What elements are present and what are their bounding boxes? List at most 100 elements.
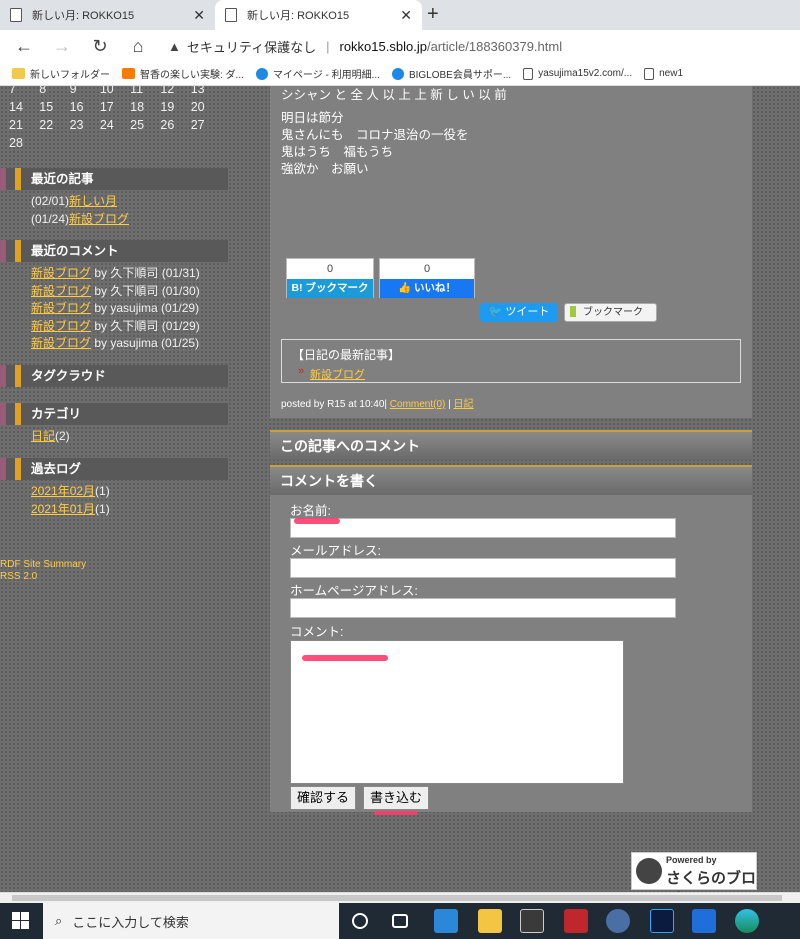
comment-textarea[interactable] [290,640,624,784]
close-icon[interactable]: ✕ [400,7,412,24]
list-item: 2021年01月(1) [31,501,110,516]
name-field[interactable] [290,518,676,538]
url-host: rokko15.sblo.jp [339,38,427,54]
archive-link[interactable]: 2021年02月 [31,484,95,498]
store-icon[interactable] [520,909,544,933]
comment-form: お名前: メールアドレス: ホームページアドレス: コメント: 確認する 書き込… [270,495,752,815]
comment-article-link[interactable]: 新設ブログ [31,319,91,333]
email-field[interactable] [290,558,676,578]
recent-articles-heading: 最近の記事 [0,168,228,190]
new-tab-icon[interactable]: + [427,4,439,24]
filezilla-icon[interactable] [564,909,588,933]
homepage-field[interactable] [290,598,676,618]
article-body: シシャン と 全 人 以 上 上 新 し い 以 前 明日は節分 鬼さんにも コ… [270,86,752,418]
recent-articles-list: (02/01)新しい月 (01/24)新設ブログ [31,193,231,228]
pocket-bookmark-button[interactable]: ブックマーク [564,303,657,322]
back-icon[interactable]: ← [14,36,34,56]
comment-article-link[interactable]: 新設ブログ [31,336,91,350]
comment-count-link[interactable]: Comment(0) [390,399,446,410]
recent-comments-list: 新設ブログ by 久下順司 (01/31) 新設ブログ by 久下順司 (01/… [31,265,231,353]
article-link[interactable]: 新しい月 [69,194,117,208]
article-cut-line: シシャン と 全 人 以 上 上 新 し い 以 前 [281,88,507,102]
archive-link[interactable]: 2021年01月 [31,502,95,516]
rss-link[interactable]: RSS 2.0 [0,571,86,583]
post-meta: posted by R15 at 10:40| Comment(0) | 日記 [281,399,474,410]
comment-article-link[interactable]: 新設ブログ [31,284,91,298]
horizontal-scrollbar[interactable] [0,892,800,903]
thumbs-up-icon: 👍 [398,282,414,294]
like-count: 0 [423,263,431,275]
hatena-count: 0 [326,263,334,275]
taskbar-search-input[interactable]: ⌕ ここに入力して検索 [43,903,339,939]
home-icon[interactable]: ⌂ [128,36,148,56]
tab-title: 新しい月: ROKKO15 [247,10,350,22]
calendar-week: 21 22 23 24 25 26 27 [9,118,205,132]
tab-title: 新しい月: ROKKO15 [32,10,135,22]
confirm-button[interactable]: 確認する [290,786,357,810]
list-item: (02/01)新しい月 [31,194,118,208]
scrollbar-thumb[interactable] [12,895,782,901]
category-link[interactable]: 日記 [31,429,55,443]
address-bar: ← → ↻ ⌂ ▲ セキュリティ保護なし | rokko15.sblo.jp /… [0,30,800,62]
list-item: 新設ブログ by yasujima (01/29) [31,301,200,315]
task-view-icon[interactable] [392,914,408,928]
hatena-label: B! ブックマーク [287,279,373,298]
list-item: 新設ブログ by 久下順司 (01/31) [31,266,200,280]
folder-icon [12,68,25,79]
edge-icon[interactable] [735,909,759,933]
latest-articles-title: 【日記の最新記事】 [292,348,401,362]
submit-button[interactable]: 書き込む [363,786,430,810]
bookmark-item[interactable]: BIGLOBE会員サポー... [391,66,511,81]
write-comment-heading: コメントを書く [270,465,752,495]
photoshop-icon[interactable] [650,909,674,933]
comment-label: コメント: [290,625,344,639]
email-label: メールアドレス: [290,544,381,558]
rss-links: RDF Site Summary RSS 2.0 [0,559,86,583]
file-explorer-icon[interactable] [478,909,502,933]
tweet-button[interactable]: 🐦 ツイート [480,303,558,322]
list-item: 新設ブログ [292,365,730,382]
forward-icon[interactable]: → [52,36,72,56]
list-item: 新設ブログ by 久下順司 (01/29) [31,318,200,333]
hatena-bookmark-button[interactable]: 0 B! ブックマーク [286,258,374,298]
warning-icon: ▲ [168,38,181,54]
mail-icon[interactable] [434,909,458,933]
twitter-bird-icon: 🐦 [488,306,506,318]
globe-icon [391,67,404,80]
calendar-week: 14 15 16 17 18 19 20 [9,100,205,114]
page-icon [225,8,237,22]
cortana-icon[interactable] [352,913,368,929]
latest-article-link[interactable]: 新設ブログ [310,369,365,381]
archives-heading: 過去ログ [0,458,228,480]
close-icon[interactable]: ✕ [193,7,205,24]
bookmark-item[interactable]: 智香の楽しい実験: ダ... [122,66,244,81]
windows-taskbar: ⌕ ここに入力して検索 [0,903,800,939]
comment-article-link[interactable]: 新設ブログ [31,301,91,315]
comment-article-link[interactable]: 新設ブログ [31,266,91,280]
windows-start-icon[interactable] [12,912,30,930]
sakura-blog-badge[interactable]: Powered by さくらのブログ [631,852,757,892]
browser-tab-1[interactable]: 新しい月: ROKKO15 ✕ [0,0,215,30]
page-icon [644,67,655,80]
like-label: 👍 いいね！ [380,279,474,298]
redaction-mark [374,811,418,815]
page-viewport: 7 8 9 10 11 12 13 14 15 16 17 18 19 20 21 22 23 24 25 26 2… [0,86,800,892]
window-icon[interactable] [692,909,716,933]
bookmark-item[interactable]: マイページ - 利用明細... [255,66,380,81]
bookmark-item[interactable]: new1 [644,67,683,80]
app-icon[interactable] [606,909,630,933]
categories-list: 日記(2) [31,428,231,446]
facebook-like-button[interactable]: 0 👍 いいね！ [379,258,475,298]
list-item: 日記(2) [31,429,70,443]
bookmark-item[interactable]: yasujima15v2.com/... [523,67,632,80]
article-link[interactable]: 新設ブログ [69,212,129,226]
reload-icon[interactable]: ↻ [90,36,110,56]
url-field[interactable]: ▲ セキュリティ保護なし | rokko15.sblo.jp /article/… [168,34,788,58]
category-link[interactable]: 日記 [454,399,474,410]
url-separator: | [326,38,330,54]
rdf-link[interactable]: RDF Site Summary [0,559,86,571]
bookmark-item[interactable]: 新しいフォルダー [12,66,110,81]
redaction-mark [294,518,340,524]
bookmarks-bar: 新しいフォルダー 智香の楽しい実験: ダ... マイページ - 利用明細... … [0,62,800,86]
browser-tab-2[interactable]: 新しい月: ROKKO15 ✕ [215,0,422,30]
